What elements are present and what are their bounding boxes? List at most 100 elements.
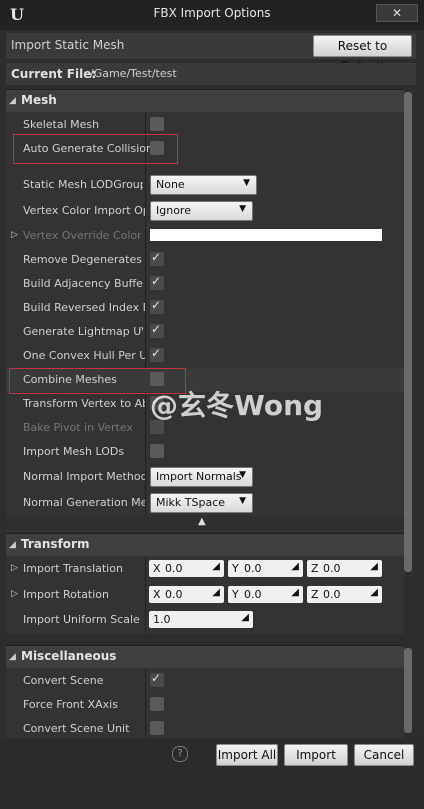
column-divider (145, 668, 146, 738)
collapse-advanced-icon[interactable]: ▲ (198, 516, 206, 527)
drag-handle-icon: ◢ (291, 561, 299, 572)
checkmark-icon: ✓ (151, 671, 162, 685)
generate-lightmap-uvs-checkbox[interactable]: ✓ (150, 322, 164, 338)
watermark: @玄冬Wong (150, 389, 324, 422)
help-icon[interactable]: ? (172, 746, 188, 762)
build-adjacency-buffer-checkbox[interactable]: ✓ (150, 274, 164, 290)
cancel-button[interactable]: Cancel (354, 744, 414, 766)
import-mesh-lods-checkbox[interactable] (150, 444, 164, 458)
column-divider (145, 112, 146, 517)
expand-triangle-icon[interactable]: ▷ (11, 230, 18, 240)
translation-y-field[interactable]: Y 0.0 ◢ (228, 560, 303, 577)
axis-label: X (153, 562, 161, 575)
misc-section-title: Miscellaneous (21, 649, 117, 663)
translation-x-field[interactable]: X 0.0 ◢ (149, 560, 224, 577)
dropdown-arrow-icon: ▼ (239, 470, 246, 480)
convert-scene-checkbox[interactable]: ✓ (150, 671, 164, 687)
import-uniform-scale-label: Import Uniform Scale (23, 613, 140, 626)
import-all-button[interactable]: Import All (216, 744, 278, 766)
uniform-scale-value: 1.0 (153, 613, 171, 626)
drag-handle-icon: ◢ (291, 587, 299, 598)
checkmark-icon: ✓ (151, 346, 162, 360)
drag-handle-icon: ◢ (370, 561, 378, 572)
dropdown-arrow-icon: ▼ (243, 178, 250, 188)
normal-generation-method-label: Normal Generation Meth (23, 496, 145, 509)
transform-vertex-label: Transform Vertex to Abs (23, 397, 145, 410)
normal-import-method-dropdown[interactable]: Import Normals ▼ (150, 467, 253, 487)
force-front-xaxis-label: Force Front XAxis (23, 698, 118, 711)
column-divider (145, 556, 146, 634)
collapse-triangle-icon[interactable]: ◢ (9, 96, 16, 106)
rotation-x-field[interactable]: X 0.0 ◢ (149, 586, 224, 603)
rotation-z-value: 0.0 (323, 588, 341, 601)
scrollbar[interactable] (404, 92, 412, 572)
combine-meshes-label: Combine Meshes (23, 373, 117, 386)
convert-scene-unit-label: Convert Scene Unit (23, 722, 130, 735)
axis-label: Z (311, 588, 319, 601)
current-file-path: /Game/Test/test (90, 67, 177, 80)
transform-section-title: Transform (21, 537, 90, 551)
checkmark-icon: ✓ (151, 250, 162, 264)
rotation-z-field[interactable]: Z 0.0 ◢ (307, 586, 382, 603)
uniform-scale-field[interactable]: 1.0 ◢ (149, 611, 253, 628)
translation-y-value: 0.0 (244, 562, 262, 575)
build-reversed-index-checkbox[interactable]: ✓ (150, 298, 164, 314)
auto-generate-collision-checkbox[interactable] (150, 141, 164, 155)
axis-label: Y (232, 562, 239, 575)
drag-handle-icon: ◢ (212, 587, 220, 598)
lod-group-label: Static Mesh LODGroup (23, 178, 143, 191)
skeletal-mesh-label: Skeletal Mesh (23, 118, 100, 131)
checkmark-icon: ✓ (151, 274, 162, 288)
mesh-section-title: Mesh (21, 93, 57, 107)
dropdown-arrow-icon: ▼ (239, 204, 246, 214)
collapse-triangle-icon[interactable]: ◢ (9, 652, 16, 662)
build-adjacency-buffer-label: Build Adjacency Buffer (23, 277, 143, 290)
import-mesh-lods-label: Import Mesh LODs (23, 445, 125, 458)
rotation-y-field[interactable]: Y 0.0 ◢ (228, 586, 303, 603)
translation-z-value: 0.0 (323, 562, 341, 575)
vertex-color-import-label: Vertex Color Import Opti (23, 204, 145, 217)
checkmark-icon: ✓ (151, 322, 162, 336)
mesh-section-header[interactable] (6, 89, 404, 112)
force-front-xaxis-checkbox[interactable] (150, 697, 164, 711)
drag-handle-icon: ◢ (241, 612, 249, 623)
close-button[interactable]: ✕ (376, 4, 418, 22)
normal-generation-method-value: Mikk TSpace (156, 496, 226, 509)
expand-triangle-icon[interactable]: ▷ (11, 589, 18, 599)
expand-triangle-icon[interactable]: ▷ (11, 563, 18, 573)
auto-generate-collision-label: Auto Generate Collision (23, 142, 153, 155)
normal-import-method-value: Import Normals (156, 470, 242, 483)
import-translation-label: Import Translation (23, 562, 123, 575)
axis-label: X (153, 588, 161, 601)
current-file-label: Current File: (11, 67, 97, 81)
vertex-color-import-value: Ignore (156, 204, 191, 217)
rotation-x-value: 0.0 (165, 588, 183, 601)
rotation-y-value: 0.0 (244, 588, 262, 601)
bake-pivot-label: Bake Pivot in Vertex (23, 421, 133, 434)
scrollbar[interactable] (404, 648, 412, 733)
one-convex-hull-label: One Convex Hull Per UCX (23, 349, 145, 362)
reset-to-default-button[interactable]: Reset to Default (313, 35, 412, 73)
drag-handle-icon: ◢ (370, 587, 378, 598)
normal-generation-method-dropdown[interactable]: Mikk TSpace ▼ (150, 493, 253, 513)
translation-z-field[interactable]: Z 0.0 ◢ (307, 560, 382, 577)
normal-import-method-label: Normal Import Method (23, 470, 145, 483)
vertex-color-import-dropdown[interactable]: Ignore ▼ (150, 201, 253, 221)
convert-scene-unit-checkbox[interactable] (150, 721, 164, 735)
import-type-label: Import Static Mesh (11, 38, 125, 52)
lod-group-dropdown[interactable]: None ▼ (150, 175, 257, 195)
one-convex-hull-checkbox[interactable]: ✓ (150, 346, 164, 362)
drag-handle-icon: ◢ (212, 561, 220, 572)
build-reversed-index-label: Build Reversed Index Bu (23, 301, 145, 314)
import-button[interactable]: Import (284, 744, 348, 766)
window-title: FBX Import Options (153, 6, 271, 20)
collapse-triangle-icon[interactable]: ◢ (9, 540, 16, 550)
axis-label: Y (232, 588, 239, 601)
vertex-override-color-swatch[interactable] (150, 229, 382, 241)
convert-scene-label: Convert Scene (23, 674, 104, 687)
skeletal-mesh-checkbox[interactable] (150, 117, 164, 131)
remove-degenerates-checkbox[interactable]: ✓ (150, 250, 164, 266)
checkmark-icon: ✓ (151, 298, 162, 312)
axis-label: Z (311, 562, 319, 575)
generate-lightmap-uvs-label: Generate Lightmap UVs (23, 325, 143, 338)
